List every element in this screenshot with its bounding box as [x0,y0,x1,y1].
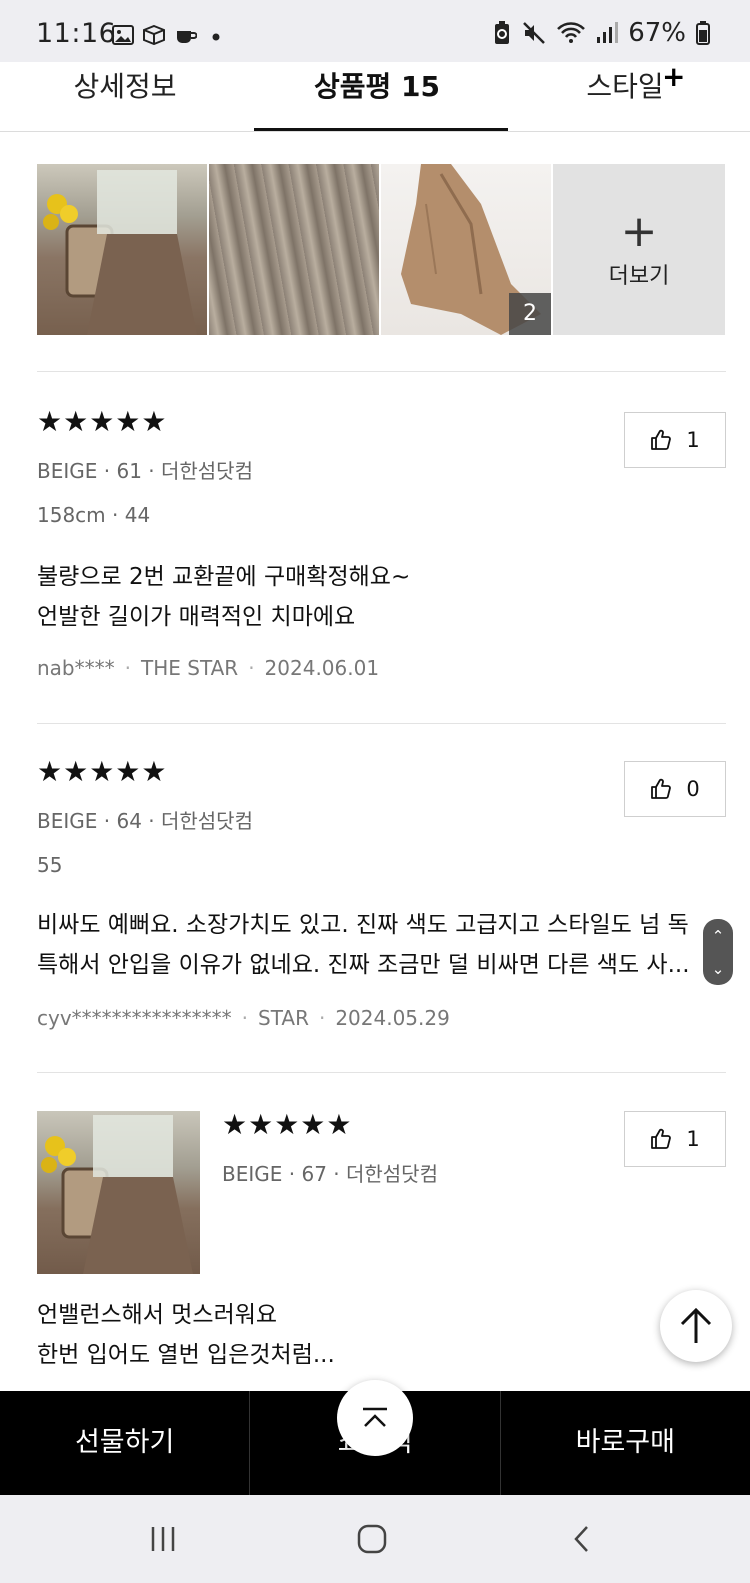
back-button[interactable] [560,1517,604,1561]
review-3-text: 언밸런스해서 멋스러워요 한번 입어도 열번 입은것처럼... [37,1295,707,1375]
battery-icon [696,21,710,45]
battery-saver-icon [495,21,510,44]
arrow-up-icon [680,1307,712,1343]
review-1-author: nab**** [37,656,115,680]
status-bar: 11:16 67% [0,0,750,62]
review-1-grade: THE STAR [141,656,239,680]
scroll-widget[interactable]: ⌃ ⌄ [703,919,733,985]
review-2-grade: STAR [258,1006,309,1030]
divider [37,1072,726,1073]
review-1-like-count: 1 [686,428,700,452]
scroll-up-icon[interactable]: ⌃ [712,927,725,945]
review-tabs: 상세정보 상품평 15 스타일 [0,62,750,132]
thumbs-up-icon [651,778,672,799]
review-1-rating: ★★★★★ [37,405,168,438]
review-1-date: 2024.06.01 [264,656,380,680]
review-1-text: 불량으로 2번 교환끝에 구매확정해요~ 언발한 길이가 매력적인 치마에요 [37,557,707,637]
review-1-meta: BEIGE · 61 · 더한섬닷컴 [37,459,253,483]
review-1-text-line1: 불량으로 2번 교환끝에 구매확정해요~ [37,564,411,590]
home-button[interactable] [350,1517,394,1561]
wifi-icon [557,22,586,43]
battery-percent: 67% [628,18,686,48]
back-icon [574,1526,588,1552]
review-1-text-line2: 언발한 길이가 매력적인 치마에요 [37,604,356,630]
collapse-button[interactable] [337,1380,413,1456]
divider [37,371,726,372]
more-photos-label: 더보기 [608,263,670,289]
recent-apps-button[interactable] [141,1517,185,1561]
review-2-meta: BEIGE · 64 · 더한섬닷컴 [37,809,253,833]
review-2-text: 비싸도 예뻐요. 소장가치도 있고. 진짜 색도 고급지고 스타일도 넘 독 특… [37,905,702,985]
tab-detail-info[interactable]: 상세정보 [0,62,250,132]
review-3-meta: BEIGE · 67 · 더한섬닷컴 [222,1162,438,1186]
plus-icon: + [620,205,658,257]
home-icon [357,1524,387,1554]
review-photo-1[interactable] [37,164,207,335]
review-3-rating: ★★★★★ [222,1108,353,1141]
review-3-text-line2: 한번 입어도 열번 입은것처럼... [37,1342,335,1368]
review-photo-2[interactable] [209,164,379,335]
dot-icon [212,33,220,41]
review-2-rating: ★★★★★ [37,755,168,788]
review-2-text-line2: 특해서 안입을 이유가 없네요. 진짜 조금만 덜 비싸면 다른 색도 사... [37,952,690,978]
status-time: 11:16 [36,18,117,49]
thumbs-up-icon [651,429,672,450]
scroll-down-icon[interactable]: ⌄ [712,960,725,978]
review-2-like-count: 0 [686,777,700,801]
review-2-text-line1: 비싸도 예뻐요. 소장가치도 있고. 진짜 색도 고급지고 스타일도 넘 독 [37,912,689,938]
status-right: 67% [492,18,710,48]
scroll-to-top-button[interactable] [660,1290,732,1362]
recent-apps-icon [151,1527,175,1551]
box-icon [143,25,165,45]
thumbs-up-icon [651,1128,672,1149]
tab-style[interactable]: 스타일 [500,62,750,132]
gift-button[interactable]: 선물하기 [0,1391,251,1495]
review-photo-strip: 2 + 더보기 [37,164,726,335]
divider [37,723,726,724]
review-1-like-button[interactable]: 1 [624,412,726,468]
review-2-date: 2024.05.29 [335,1006,450,1030]
review-2-size: 55 [37,853,63,877]
more-photos-button[interactable]: + 더보기 [553,164,725,335]
review-3-photo[interactable] [37,1111,200,1274]
active-tab-indicator [254,128,508,131]
coffee-icon [177,31,197,43]
review-2-like-button[interactable]: 0 [624,761,726,817]
review-3-text-line1: 언밸런스해서 멋스러워요 [37,1302,278,1328]
tab-reviews[interactable]: 상품평 15 [252,62,502,132]
review-photo-3[interactable]: 2 [381,164,551,335]
review-1-size: 158cm · 44 [37,503,151,527]
mute-icon [523,22,546,44]
review-2-author: cyv**************** [37,1006,232,1030]
buy-now-button[interactable]: 바로구매 [501,1391,750,1495]
review-3-like-count: 1 [686,1127,700,1151]
chevron-up-bar-icon [363,1407,387,1427]
review-1-author-line: nab**** · THE STAR · 2024.06.01 [37,656,380,680]
photo-count-badge: 2 [509,293,551,335]
review-2-author-line: cyv**************** · STAR · 2024.05.29 [37,1006,450,1030]
signal-icon [597,22,619,43]
review-3-like-button[interactable]: 1 [624,1111,726,1167]
image-icon [112,25,134,45]
style-plus-mark: + [662,60,686,93]
system-nav-bar [0,1495,750,1583]
